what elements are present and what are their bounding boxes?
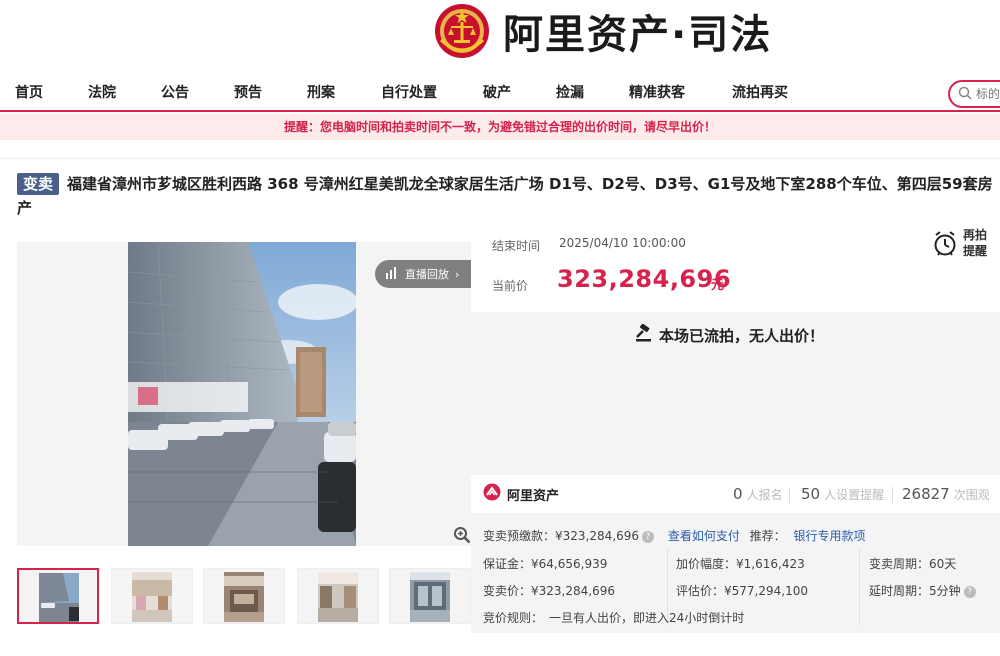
bond-value: ¥64,656,939 bbox=[531, 557, 608, 571]
search-icon bbox=[958, 85, 972, 104]
site-logo[interactable]: 阿里资产·司法 bbox=[433, 0, 772, 62]
auction-status-text: 本场已流拍，无人出价！ bbox=[659, 326, 825, 345]
delay-value: 5分钟 bbox=[929, 584, 961, 598]
gavel-icon bbox=[635, 323, 653, 346]
nav-item-announcement[interactable]: 公告 bbox=[161, 82, 189, 102]
court-emblem-icon bbox=[433, 2, 491, 60]
signup-number: 0 bbox=[733, 485, 743, 503]
divider bbox=[789, 487, 790, 503]
main-nav: 首页 法院 公告 预告 刑案 自行处置 破产 捡漏 精准获客 流拍再买 bbox=[0, 72, 1000, 112]
nav-item-criminal[interactable]: 刑案 bbox=[307, 82, 335, 102]
live-replay-button[interactable]: 直播回放 › bbox=[375, 260, 471, 288]
nav-item-bankruptcy[interactable]: 破产 bbox=[483, 82, 511, 102]
auction-details: 变卖预缴款：¥323,284,696? 查看如何支付 推荐： 银行专用款项 保证… bbox=[471, 513, 1000, 633]
thumbnail[interactable] bbox=[297, 568, 379, 624]
auction-panel: 结束时间 2025/04/10 10:00:00 当前价 323,284,696… bbox=[471, 225, 1000, 645]
thumbnail[interactable] bbox=[17, 568, 99, 624]
sale-period-row: 变卖周期：60天 bbox=[869, 555, 956, 572]
alarm-clock-icon bbox=[933, 231, 957, 261]
auction-status-box: 本场已流拍，无人出价！ bbox=[471, 312, 1000, 475]
bank-account-link[interactable]: 银行专用款项 bbox=[794, 529, 866, 543]
appraisal-value: ¥577,294,100 bbox=[724, 584, 808, 598]
increment-label: 加价幅度： bbox=[676, 557, 737, 571]
remind-button[interactable]: 再拍提醒 bbox=[933, 227, 993, 259]
bidding-rule-row: 竞价规则： 一旦有人出价，即进入24小时倒计时 bbox=[483, 609, 744, 626]
delay-row: 延时周期：5分钟? bbox=[869, 582, 976, 599]
recommend-label: 推荐： bbox=[749, 529, 786, 543]
main-photo[interactable] bbox=[128, 242, 356, 546]
nav-item-rebuy[interactable]: 流拍再买 bbox=[732, 82, 788, 102]
sale-period-value: 60天 bbox=[929, 557, 957, 571]
ali-assets-logo: 阿里资产 bbox=[483, 483, 559, 505]
current-price-label: 当前价 bbox=[492, 279, 529, 293]
sale-price-row: 变卖价：¥323,284,696 bbox=[483, 582, 615, 599]
reminder-number: 50 bbox=[801, 485, 821, 503]
search-input[interactable] bbox=[976, 87, 1000, 101]
view-count: 26827 次围观 bbox=[902, 485, 990, 503]
increment-value: ¥1,616,423 bbox=[736, 557, 805, 571]
sale-period-label: 变卖周期： bbox=[869, 557, 930, 571]
reminder-label: 人设置提醒 bbox=[824, 488, 885, 502]
divider bbox=[892, 487, 893, 503]
bidding-rule-value: 一旦有人出价，即进入24小时倒计时 bbox=[549, 611, 745, 625]
auction-status: 本场已流拍，无人出价！ bbox=[635, 323, 825, 346]
nav-item-self-disposal[interactable]: 自行处置 bbox=[381, 82, 437, 102]
ali-assets-icon bbox=[483, 483, 501, 505]
view-number: 26827 bbox=[902, 485, 950, 503]
increment-row: 加价幅度：¥1,616,423 bbox=[676, 555, 805, 572]
current-price-value: 323,284,696 bbox=[557, 265, 732, 293]
reminder-count: 50 人设置提醒 bbox=[801, 485, 884, 503]
thumbnail[interactable] bbox=[111, 568, 193, 624]
chevron-right-icon: › bbox=[455, 267, 460, 281]
signup-count: 0 人报名 bbox=[733, 485, 783, 503]
deposit-row: 变卖预缴款：¥323,284,696? 查看如何支付 推荐： 银行专用款项 bbox=[483, 527, 866, 544]
divider bbox=[859, 549, 860, 625]
signup-label: 人报名 bbox=[746, 488, 783, 502]
ali-assets-logo-text: 阿里资产 bbox=[507, 488, 560, 504]
thumbnail[interactable] bbox=[389, 568, 471, 624]
deposit-value: ¥323,284,696 bbox=[555, 529, 639, 543]
listing-title: 福建省漳州市芗城区胜利西路 368 号漳州红星美凯龙全球家居生活广场 D1号、D… bbox=[17, 175, 993, 217]
zoom-icon[interactable] bbox=[453, 526, 471, 544]
nav-item-home[interactable]: 首页 bbox=[15, 82, 43, 102]
nav-item-preview[interactable]: 预告 bbox=[234, 82, 262, 102]
bond-row: 保证金：¥64,656,939 bbox=[483, 555, 607, 572]
image-gallery: 直播回放 › bbox=[17, 242, 471, 546]
deposit-label: 变卖预缴款： bbox=[483, 529, 556, 543]
delay-label: 延时周期： bbox=[869, 584, 930, 598]
end-time-label: 结束时间 bbox=[492, 239, 541, 253]
search-box[interactable] bbox=[948, 80, 1000, 108]
nav-item-precise-leads[interactable]: 精准获客 bbox=[629, 82, 685, 102]
live-replay-label: 直播回放 bbox=[405, 268, 449, 281]
how-to-pay-link[interactable]: 查看如何支付 bbox=[668, 529, 740, 543]
nav-item-bargain[interactable]: 捡漏 bbox=[556, 82, 584, 102]
thumbnail[interactable] bbox=[203, 568, 285, 624]
sale-price-value: ¥323,284,696 bbox=[531, 584, 615, 598]
bond-label: 保证金： bbox=[483, 557, 532, 571]
listing-title-row: 变卖 福建省漳州市芗城区胜利西路 368 号漳州红星美凯龙全球家居生活广场 D1号… bbox=[17, 172, 1000, 220]
bidding-rule-label: 竞价规则： bbox=[483, 611, 544, 625]
remind-label: 再拍提醒 bbox=[963, 228, 988, 258]
time-mismatch-notice: 提醒：您电脑时间和拍卖时间不一致，为避免错过合理的出价时间，请尽早出价！ bbox=[0, 114, 1000, 140]
bar-chart-icon bbox=[385, 266, 397, 282]
stats-bar: 阿里资产 0 人报名 50 人设置提醒 26827 次围观 bbox=[471, 475, 1000, 513]
nav-item-court[interactable]: 法院 bbox=[88, 82, 116, 102]
appraisal-label: 评估价： bbox=[676, 584, 725, 598]
end-time-value: 2025/04/10 10:00:00 bbox=[559, 236, 686, 250]
currency-unit: 元 bbox=[711, 278, 725, 293]
appraisal-row: 评估价：¥577,294,100 bbox=[676, 582, 808, 599]
help-icon[interactable]: ? bbox=[642, 530, 654, 543]
divider bbox=[0, 158, 1000, 159]
sale-price-label: 变卖价： bbox=[483, 584, 532, 598]
view-label: 次围观 bbox=[953, 488, 990, 502]
sale-type-badge: 变卖 bbox=[17, 173, 60, 195]
help-icon[interactable]: ? bbox=[963, 585, 976, 598]
logo-text: 阿里资产·司法 bbox=[503, 12, 773, 58]
